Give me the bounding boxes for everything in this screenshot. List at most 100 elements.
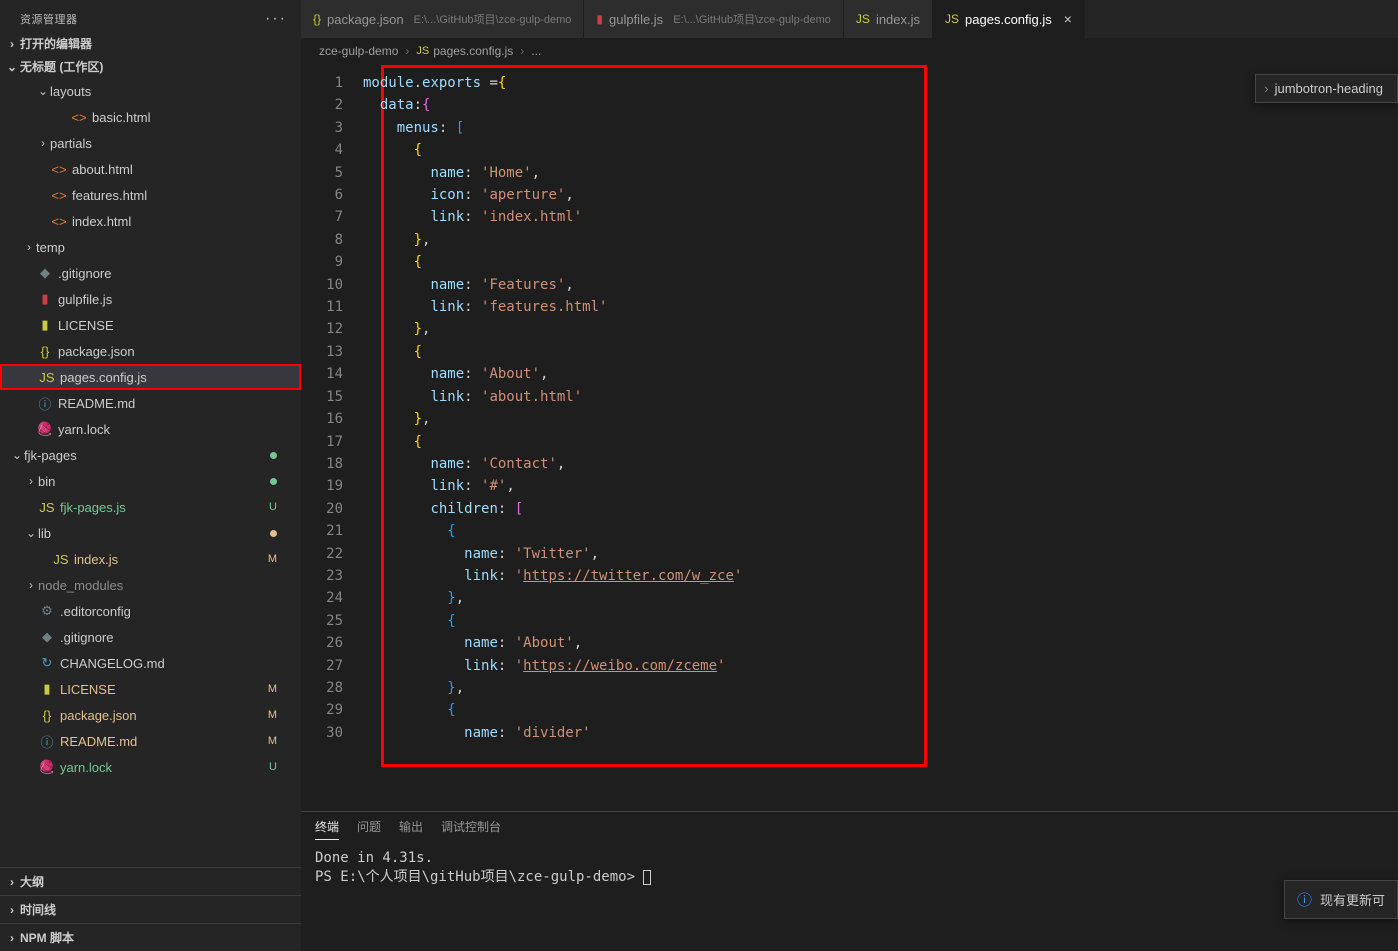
file-label: LICENSE xyxy=(60,682,116,697)
editor-tab[interactable]: JSindex.js xyxy=(844,0,933,38)
file-label: LICENSE xyxy=(58,318,114,333)
code-content[interactable]: module.exports ={ data:{ menus: [ { name… xyxy=(363,64,1398,811)
terminal-tab[interactable]: 终端 xyxy=(315,818,339,840)
line-gutter: 1234567891011121314151617181920212223242… xyxy=(301,64,363,811)
file-label: .gitignore xyxy=(60,630,113,645)
chevron-icon: › xyxy=(24,474,38,488)
tree-item[interactable]: ⚙.editorconfig xyxy=(0,598,301,624)
git-status: M xyxy=(268,709,277,721)
tree-item[interactable]: ⓘREADME.mdM xyxy=(0,728,301,754)
tree-item[interactable]: ▮gulpfile.js xyxy=(0,286,301,312)
file-label: README.md xyxy=(60,734,137,749)
open-editors-section[interactable]: › 打开的编辑器 xyxy=(0,32,301,55)
more-icon[interactable]: ··· xyxy=(265,10,287,28)
file-tree: ⌄layouts<>basic.html›partials<>about.htm… xyxy=(0,78,301,867)
terminal-output[interactable]: Done in 4.31s.PS E:\个人项目\gitHub项目\zce-gu… xyxy=(301,844,1398,951)
info-icon: ⓘ xyxy=(1297,889,1312,910)
breadcrumb-item[interactable]: pages.config.js xyxy=(433,44,513,58)
tree-item[interactable]: ↻CHANGELOG.md xyxy=(0,650,301,676)
file-icon: <> xyxy=(50,188,68,203)
chevron-right-icon: › xyxy=(4,903,20,917)
file-icon: JS xyxy=(52,552,70,567)
sidebar-bottom: ›大纲›时间线›NPM 脚本 xyxy=(0,867,301,951)
file-icon: ⚙ xyxy=(38,603,56,619)
chevron-icon: › xyxy=(24,578,38,592)
terminal-tab[interactable]: 问题 xyxy=(357,818,381,840)
sidebar-section[interactable]: ›大纲 xyxy=(0,867,301,895)
chevron-icon: ⌄ xyxy=(10,448,24,462)
tree-item[interactable]: ▮LICENSEM xyxy=(0,676,301,702)
notification-text: 现有更新可 xyxy=(1320,890,1385,909)
breadcrumb-item[interactable]: ... xyxy=(531,44,541,58)
file-label: index.html xyxy=(72,214,131,229)
file-icon: ▮ xyxy=(596,12,603,26)
file-icon: JS xyxy=(38,370,56,385)
tree-item[interactable]: ▮ LICENSE xyxy=(0,312,301,338)
file-icon: <> xyxy=(50,162,68,177)
chevron-icon: ⌄ xyxy=(36,84,50,98)
tree-item[interactable]: <>basic.html xyxy=(0,104,301,130)
tree-item[interactable]: ⓘREADME.md xyxy=(0,390,301,416)
file-icon: {} xyxy=(313,12,321,26)
close-icon[interactable]: × xyxy=(1064,11,1072,27)
tree-item[interactable]: ⌄fjk-pages xyxy=(0,442,301,468)
workspace-section[interactable]: ⌄ 无标题 (工作区) xyxy=(0,55,301,78)
terminal-tabs: 终端问题输出调试控制台 xyxy=(301,812,1398,844)
tree-item[interactable]: 🧶yarn.lockU xyxy=(0,754,301,780)
tree-item[interactable]: ⌄lib xyxy=(0,520,301,546)
section-label: 时间线 xyxy=(20,901,56,918)
editor[interactable]: 1234567891011121314151617181920212223242… xyxy=(301,64,1398,811)
breadcrumb-item[interactable]: zce-gulp-demo xyxy=(319,44,398,58)
tree-item[interactable]: {}package.jsonM xyxy=(0,702,301,728)
chevron-right-icon: › xyxy=(520,44,524,58)
file-icon: 🧶 xyxy=(38,759,56,775)
tree-item[interactable]: ›partials xyxy=(0,130,301,156)
tree-item[interactable]: JSfjk-pages.jsU xyxy=(0,494,301,520)
git-dot xyxy=(270,530,277,537)
editor-tab[interactable]: ▮gulpfile.jsE:\...\GitHub项目\zce-gulp-dem… xyxy=(584,0,844,38)
terminal-tab[interactable]: 输出 xyxy=(399,818,423,840)
file-icon: ⓘ xyxy=(36,394,54,413)
file-icon: ▮ xyxy=(36,317,54,333)
tree-item[interactable]: <>index.html xyxy=(0,208,301,234)
tree-item[interactable]: JSpages.config.js xyxy=(0,364,301,390)
main-area: {}package.jsonE:\...\GitHub项目\zce-gulp-d… xyxy=(301,0,1398,951)
tab-label: gulpfile.js xyxy=(609,12,663,27)
tree-item[interactable]: ◆.gitignore xyxy=(0,624,301,650)
tree-item[interactable]: ›bin xyxy=(0,468,301,494)
file-label: yarn.lock xyxy=(60,760,112,775)
sidebar-section[interactable]: ›时间线 xyxy=(0,895,301,923)
file-label: fjk-pages.js xyxy=(60,500,126,515)
tree-item[interactable]: {}package.json xyxy=(0,338,301,364)
chevron-icon: › xyxy=(22,240,36,254)
section-label: NPM 脚本 xyxy=(20,929,74,946)
chevron-icon: › xyxy=(36,136,50,150)
tree-item[interactable]: ⌄layouts xyxy=(0,78,301,104)
workspace-label: 无标题 (工作区) xyxy=(20,58,103,75)
editor-tab[interactable]: {}package.jsonE:\...\GitHub项目\zce-gulp-d… xyxy=(301,0,584,38)
tree-item[interactable]: JSindex.jsM xyxy=(0,546,301,572)
file-icon: ▮ xyxy=(38,681,56,697)
chevron-icon: ⌄ xyxy=(24,526,38,540)
file-label: basic.html xyxy=(92,110,151,125)
notification-toast[interactable]: ⓘ 现有更新可 xyxy=(1284,880,1398,919)
file-icon: 🧶 xyxy=(36,421,54,437)
tab-path: E:\...\GitHub项目\zce-gulp-demo xyxy=(414,11,572,27)
file-label: layouts xyxy=(50,84,91,99)
file-label: package.json xyxy=(58,344,135,359)
tree-item[interactable]: ◆.gitignore xyxy=(0,260,301,286)
breadcrumb[interactable]: zce-gulp-demo›JSpages.config.js›... xyxy=(301,38,1398,64)
git-status: M xyxy=(268,735,277,747)
terminal-tab[interactable]: 调试控制台 xyxy=(441,818,501,840)
tree-item[interactable]: ›node_modules xyxy=(0,572,301,598)
section-label: 大纲 xyxy=(20,873,44,890)
file-icon: ◆ xyxy=(36,265,54,281)
tree-item[interactable]: <>about.html xyxy=(0,156,301,182)
tree-item[interactable]: ›temp xyxy=(0,234,301,260)
tree-item[interactable]: 🧶yarn.lock xyxy=(0,416,301,442)
tree-item[interactable]: <>features.html xyxy=(0,182,301,208)
tab-label: index.js xyxy=(876,12,920,27)
editor-tab[interactable]: JSpages.config.js× xyxy=(933,0,1085,38)
sidebar-section[interactable]: ›NPM 脚本 xyxy=(0,923,301,951)
file-label: node_modules xyxy=(38,578,123,593)
